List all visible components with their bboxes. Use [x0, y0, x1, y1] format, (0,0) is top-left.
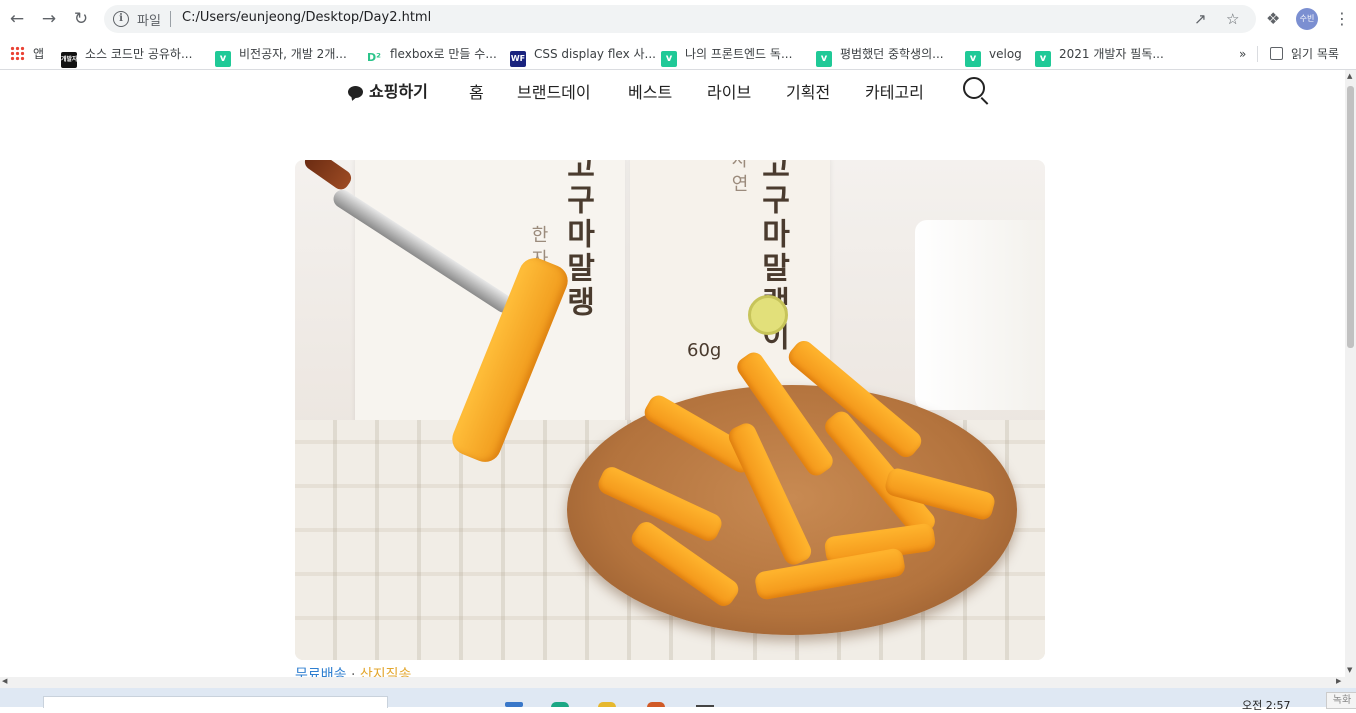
bookmark-label: flexbox로 만들 수...: [390, 47, 497, 61]
site-logo-text: 쇼핑하기: [369, 82, 428, 101]
reading-list-button[interactable]: 읽기 목록: [1270, 44, 1339, 64]
taskbar-app-icon[interactable]: [505, 702, 523, 707]
bookmark-label: CSS display flex 사...: [534, 47, 656, 61]
bookmark-label: 비전공자, 개발 2개...: [239, 47, 347, 61]
velog-favicon-icon: v: [215, 51, 231, 67]
address-url[interactable]: C:/Users/eunjeong/Desktop/Day2.html: [182, 10, 431, 25]
site-logo[interactable]: 쇼핑하기: [348, 78, 428, 102]
nav-item-home[interactable]: 홈: [469, 79, 484, 103]
reload-icon[interactable]: ↻: [70, 8, 92, 30]
nav-item-best[interactable]: 베스트: [628, 79, 672, 103]
bookmarks-divider: [1257, 46, 1258, 62]
reading-list-label: 읽기 목록: [1291, 47, 1339, 61]
bookmark-item[interactable]: v 나의 프론트엔드 독...: [661, 44, 793, 67]
star-icon[interactable]: ☆: [1226, 10, 1239, 28]
blog-favicon-icon: 개발자: [61, 52, 78, 68]
forward-icon[interactable]: →: [38, 8, 60, 30]
page-viewport: 쇼핑하기 홈 브랜드데이 베스트 라이브 기획전 카테고리 고구마말랭 한자연 …: [0, 70, 1345, 677]
taskbar-app-icon[interactable]: [647, 702, 665, 707]
nav-item-category[interactable]: 카테고리: [865, 79, 924, 103]
apps-grid-icon: [10, 46, 25, 61]
fork-handle: [301, 160, 355, 193]
bookmark-label: 평범했던 중학생의...: [840, 47, 944, 61]
bookmark-apps-label: 앱: [33, 47, 45, 61]
wf-favicon-icon: WF: [510, 51, 526, 67]
scrollbar-thumb[interactable]: [1347, 86, 1354, 348]
bookmark-label: 나의 프론트엔드 독...: [685, 47, 793, 61]
bookmark-item[interactable]: WF CSS display flex 사...: [510, 44, 656, 67]
address-scheme-label: 파일: [137, 14, 161, 29]
menu-icon[interactable]: ⋮: [1334, 9, 1350, 28]
horizontal-scrollbar[interactable]: ◀ ▶: [0, 677, 1356, 688]
info-icon[interactable]: i: [113, 11, 129, 27]
vertical-scrollbar[interactable]: ▲ ▼: [1345, 70, 1356, 677]
bookmark-label: velog: [989, 47, 1022, 61]
taskbar: 오전 2:57 녹화: [0, 688, 1356, 712]
taskbar-clock[interactable]: 오전 2:57: [1242, 697, 1290, 713]
extensions-icon[interactable]: ❖: [1266, 9, 1280, 28]
nav-item-brandday[interactable]: 브랜드데이: [517, 79, 591, 103]
scroll-right-icon[interactable]: ▶: [1336, 677, 1341, 685]
browser-toolbar: ← → ↻ i 파일 C:/Users/eunjeong/Desktop/Day…: [0, 0, 1356, 38]
address-bar[interactable]: i 파일 C:/Users/eunjeong/Desktop/Day2.html…: [104, 5, 1256, 33]
direct-delivery-tag: 산지직송: [359, 667, 412, 677]
bookmark-item[interactable]: v 평범했던 중학생의...: [816, 44, 944, 67]
velog-favicon-icon: v: [965, 51, 981, 67]
package-badge: [748, 295, 788, 335]
site-navigation: 쇼핑하기 홈 브랜드데이 베스트 라이브 기획전 카테고리: [0, 74, 1345, 108]
search-icon[interactable]: [963, 77, 985, 99]
scroll-down-icon[interactable]: ▼: [1347, 666, 1352, 674]
package-subtitle: 자연: [728, 160, 749, 198]
bookmarks-more-button[interactable]: »: [1239, 44, 1246, 64]
product-tags: 무료배송 · 산지직송: [295, 664, 411, 677]
share-icon[interactable]: ↗: [1194, 10, 1207, 28]
back-icon[interactable]: ←: [6, 8, 28, 30]
taskbar-app-icon[interactable]: [598, 702, 616, 707]
bookmark-item[interactable]: D² flexbox로 만들 수...: [366, 44, 497, 66]
address-divider: [170, 11, 171, 27]
free-shipping-tag: 무료배송: [295, 667, 347, 677]
bookmarks-bar: 앱 개발자 소스 코드만 공유하... v 비전공자, 개발 2개... D² fle…: [0, 38, 1356, 70]
nav-item-live[interactable]: 라이브: [707, 79, 751, 103]
scroll-up-icon[interactable]: ▲: [1347, 72, 1352, 80]
bookmark-item[interactable]: 개발자 소스 코드만 공유하...: [61, 44, 193, 68]
nav-item-promotion[interactable]: 기획전: [786, 79, 830, 103]
bookmark-item[interactable]: v velog: [965, 44, 1022, 67]
tag-separator: ·: [350, 667, 356, 677]
taskbar-app-icon[interactable]: [551, 702, 569, 707]
bookmark-label: 2021 개발자 필독...: [1059, 47, 1164, 61]
reading-list-icon: [1270, 47, 1283, 60]
chat-bubble-icon: [348, 86, 363, 98]
velog-favicon-icon: v: [816, 51, 832, 67]
scroll-left-icon[interactable]: ◀: [2, 677, 7, 685]
package-weight: 60g: [687, 340, 722, 361]
avatar[interactable]: 수빈: [1296, 8, 1318, 30]
bookmark-item[interactable]: v 비전공자, 개발 2개...: [215, 44, 347, 67]
bookmark-apps[interactable]: 앱: [10, 44, 44, 64]
d2-favicon-icon: D²: [366, 50, 382, 66]
milk-glass: [915, 220, 1045, 410]
bookmark-item[interactable]: v 2021 개발자 필독...: [1035, 44, 1164, 67]
velog-favicon-icon: v: [661, 51, 677, 67]
bookmark-label: 소스 코드만 공유하...: [85, 47, 193, 61]
recording-label[interactable]: 녹화: [1326, 692, 1356, 709]
taskbar-search-field[interactable]: [43, 696, 388, 708]
product-image[interactable]: 고구마말랭 한자연 고구마말랭이 자연 60g: [295, 160, 1045, 660]
velog-favicon-icon: v: [1035, 51, 1051, 67]
